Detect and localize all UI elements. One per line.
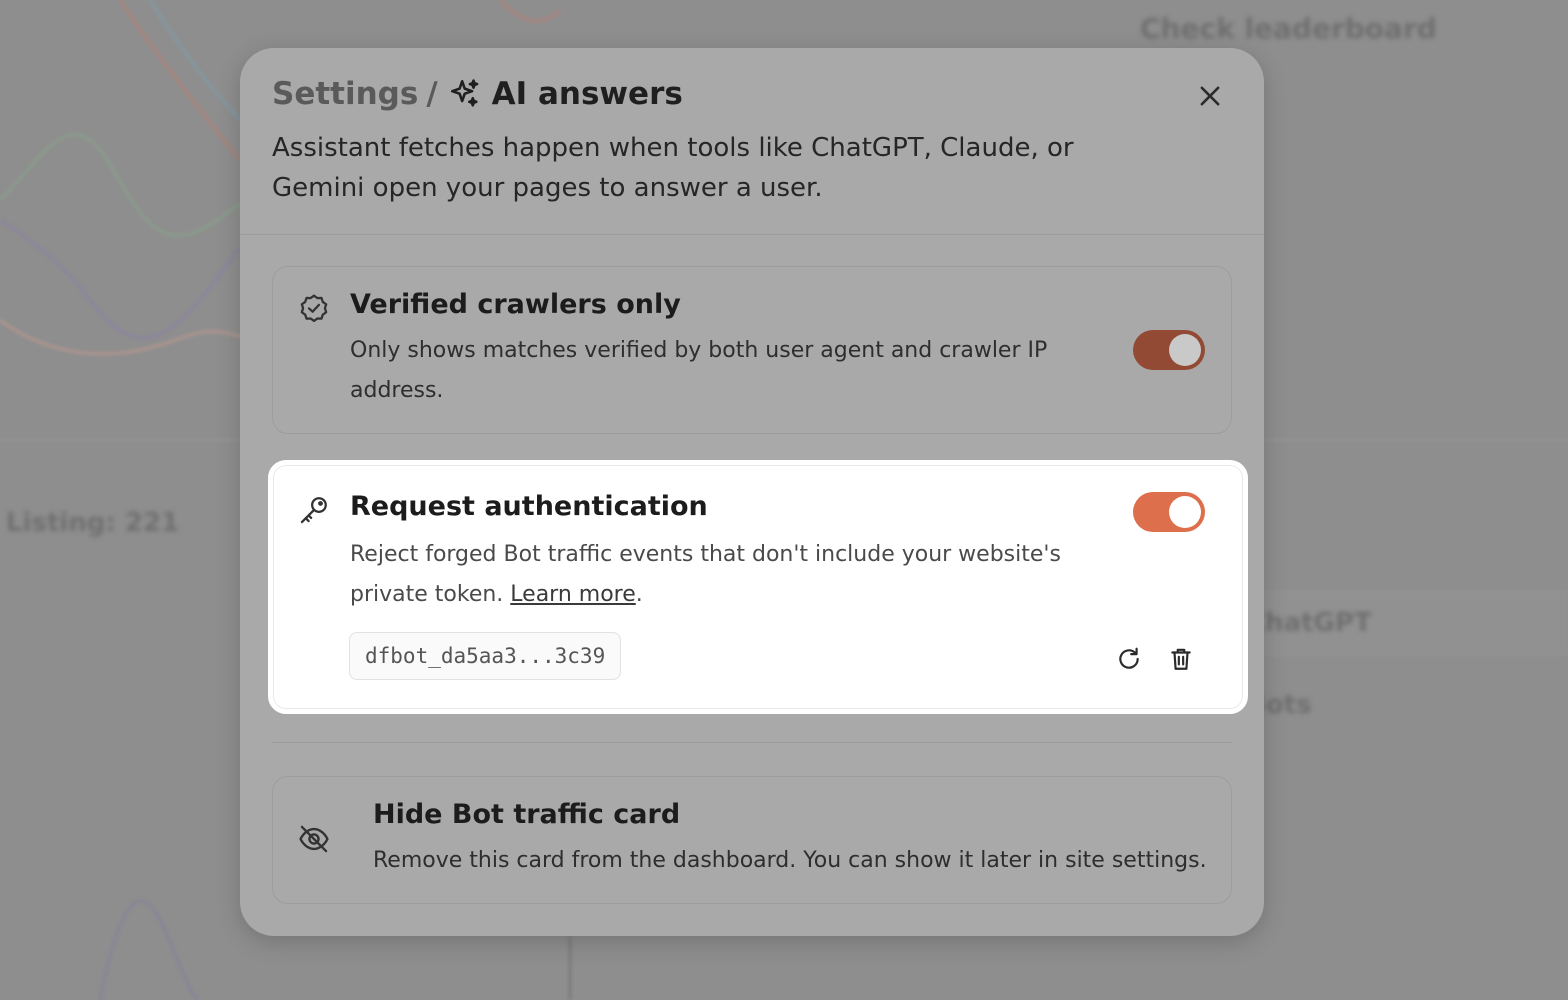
refresh-icon[interactable] — [1116, 646, 1142, 672]
verified-crawlers-toggle[interactable] — [1133, 330, 1205, 370]
hide-bot-traffic-description: Remove this card from the dashboard. You… — [373, 848, 1207, 873]
hide-bot-traffic-card[interactable]: Hide Bot traffic card Remove this card f… — [272, 776, 1232, 904]
settings-modal: Settings / AI answers Assistant fetches … — [240, 48, 1264, 936]
page-title: Settings / AI answers — [272, 76, 683, 112]
hide-bot-traffic-title: Hide Bot traffic card — [373, 799, 681, 830]
eye-off-icon — [299, 825, 329, 853]
request-authentication-description: Reject forged Bot traffic events that do… — [350, 535, 1090, 615]
toggle-knob — [1169, 334, 1201, 366]
request-authentication-toggle[interactable] — [1133, 492, 1205, 532]
breadcrumb-settings[interactable]: Settings — [272, 76, 418, 112]
modal-header: Settings / AI answers Assistant fetches … — [240, 48, 1264, 235]
key-icon — [300, 497, 327, 524]
breadcrumb-separator: / — [426, 76, 438, 112]
badge-check-icon — [300, 294, 328, 323]
toggle-knob — [1169, 496, 1201, 528]
trash-icon[interactable] — [1168, 646, 1194, 672]
background-header-fragment: Check leaderboard — [1140, 12, 1437, 45]
request-authentication-card: Request authentication Reject forged Bot… — [268, 460, 1248, 714]
learn-more-suffix: . — [635, 582, 643, 607]
verified-crawlers-description: Only shows matches verified by both user… — [350, 338, 1048, 403]
learn-more-link[interactable]: Learn more — [510, 582, 635, 607]
sparkles-icon — [450, 79, 478, 107]
background-row-fragment: ChatGPT — [1246, 608, 1372, 638]
auth-token-field[interactable]: dfbot_da5aa3...3c39 — [349, 632, 622, 680]
verified-crawlers-title: Verified crawlers only — [350, 289, 681, 320]
modal-description: Assistant fetches happen when tools like… — [272, 133, 1074, 203]
verified-crawlers-card: Verified crawlers only Only shows matche… — [272, 266, 1232, 434]
close-icon[interactable] — [1196, 82, 1224, 110]
request-authentication-title: Request authentication — [350, 491, 708, 522]
request-authentication-text: Reject forged Bot traffic events that do… — [350, 542, 1061, 607]
section-divider — [272, 742, 1232, 743]
modal-title: AI answers — [491, 76, 683, 112]
background-left-fragment: Listing: 221 — [6, 508, 180, 538]
